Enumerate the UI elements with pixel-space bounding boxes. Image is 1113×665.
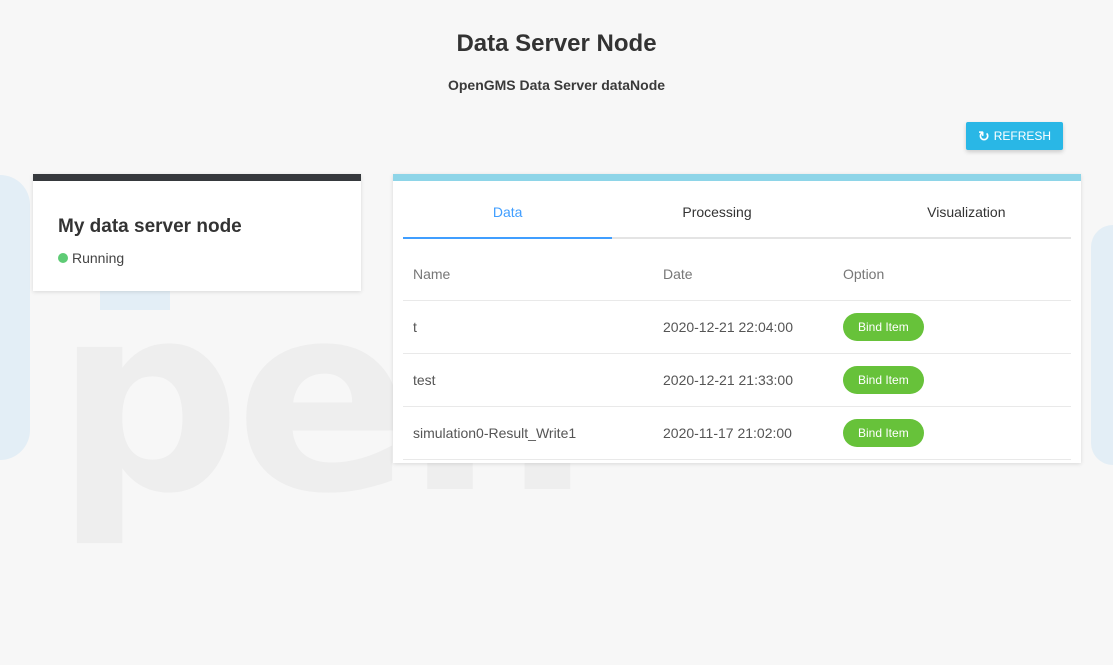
page-title: Data Server Node [456, 30, 657, 57]
table-row: simulation0-Result_Write1 2020-11-17 21:… [403, 407, 1071, 460]
watermark-shape [1091, 225, 1113, 465]
node-name: My data server node [58, 216, 242, 237]
status-dot-icon [58, 253, 68, 263]
row-name: simulation0-Result_Write1 [413, 425, 577, 441]
row-name: t [413, 319, 417, 335]
tab-visualization[interactable]: Visualization [822, 197, 1071, 237]
table-row: t 2020-12-21 22:04:00 Bind Item [403, 301, 1071, 354]
bind-item-button[interactable]: Bind Item [843, 313, 924, 341]
node-status: Running [58, 250, 124, 266]
column-header-option: Option [843, 266, 885, 282]
tab-bar: Data Processing Visualization [403, 197, 1071, 239]
node-card: My data server node Running [33, 174, 361, 291]
page: pen Data Server Node OpenGMS Data Server… [0, 0, 1113, 665]
column-header-date: Date [663, 266, 693, 282]
row-option: Bind Item [843, 419, 1071, 447]
row-date: 2020-12-21 21:33:00 [663, 372, 793, 388]
row-option: Bind Item [843, 366, 1071, 394]
data-card: Data Processing Visualization Name Date … [393, 174, 1081, 463]
page-subtitle: OpenGMS Data Server dataNode [447, 77, 666, 93]
column-header-name: Name [413, 266, 451, 282]
table-header: Name Date Option [403, 248, 1071, 301]
bind-item-button[interactable]: Bind Item [843, 419, 924, 447]
refresh-button-label: REFRESH [993, 129, 1052, 143]
refresh-button[interactable]: ↻ REFRESH [966, 122, 1063, 150]
node-status-label: Running [72, 250, 125, 266]
tab-processing[interactable]: Processing [612, 197, 821, 237]
row-date: 2020-12-21 22:04:00 [663, 319, 793, 335]
table-row: test 2020-12-21 21:33:00 Bind Item [403, 354, 1071, 407]
watermark-shape [0, 175, 30, 460]
refresh-icon: ↻ [977, 127, 990, 144]
row-date: 2020-11-17 21:02:00 [663, 425, 792, 441]
row-name: test [413, 372, 436, 388]
tab-data[interactable]: Data [403, 197, 613, 239]
data-table: Name Date Option t 2020-12-21 22:04:00 B… [403, 248, 1071, 460]
row-option: Bind Item [843, 313, 1071, 341]
bind-item-button[interactable]: Bind Item [843, 366, 924, 394]
